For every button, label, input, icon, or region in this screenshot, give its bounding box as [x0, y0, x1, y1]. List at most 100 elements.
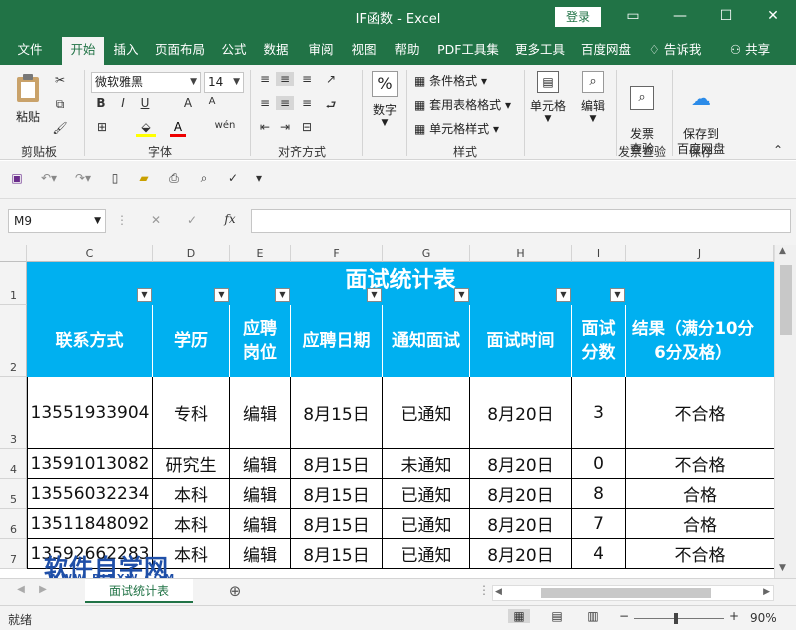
tab-help[interactable]: 帮助: [389, 37, 425, 65]
row-header[interactable]: 1: [0, 262, 27, 305]
row-header[interactable]: 7: [0, 539, 27, 569]
header-cell-education[interactable]: 学历: [153, 305, 230, 377]
scroll-up-icon[interactable]: ▲: [779, 246, 786, 256]
header-cell-score[interactable]: 面试 分数: [572, 305, 626, 377]
row-header[interactable]: 6: [0, 509, 27, 539]
conditional-format-button[interactable]: ▦ 条件格式 ▾: [414, 72, 487, 89]
tab-formulas[interactable]: 公式: [216, 37, 252, 65]
column-header-f[interactable]: F: [291, 245, 383, 262]
customize-toolbar-icon[interactable]: ▾: [252, 171, 266, 185]
header-cell-position[interactable]: 应聘 岗位: [230, 305, 291, 377]
cell-position[interactable]: 编辑: [230, 539, 291, 569]
format-painter-icon[interactable]: 🖌: [50, 121, 70, 135]
filter-dropdown-icon[interactable]: ▼: [214, 288, 229, 302]
paste-button[interactable]: 粘贴: [10, 73, 46, 128]
decrease-indent-icon[interactable]: ⇤: [256, 120, 274, 134]
cell-apply-date[interactable]: 8月15日: [291, 509, 383, 539]
underline-icon[interactable]: U: [138, 96, 152, 110]
cell-result[interactable]: 合格: [626, 479, 774, 509]
header-cell-interview-time[interactable]: 面试时间: [470, 305, 572, 377]
cut-icon[interactable]: ✂: [50, 73, 70, 87]
cell-styles-button[interactable]: ▦ 单元格样式 ▾: [414, 120, 499, 137]
cell-contact[interactable]: 13556032234: [27, 479, 153, 509]
cell-interview-time[interactable]: 8月20日: [470, 449, 572, 479]
cell-contact[interactable]: 13511848092: [27, 509, 153, 539]
cancel-icon[interactable]: ✕: [148, 213, 164, 227]
name-box[interactable]: M9 ▼: [8, 209, 106, 233]
undo-icon[interactable]: ↶▾: [36, 171, 62, 185]
cell-contact[interactable]: 13551933904: [27, 377, 153, 449]
zoom-out-icon[interactable]: −: [618, 609, 630, 623]
merge-center-icon[interactable]: ⊟: [298, 120, 316, 134]
cell-education[interactable]: 研究生: [153, 449, 230, 479]
number-format-button[interactable]: % 数字 ▼: [368, 71, 402, 128]
align-middle-icon[interactable]: ≡: [276, 72, 294, 86]
share-button[interactable]: ⚇ 共享: [724, 37, 776, 65]
font-size-select[interactable]: 14 ▼: [204, 72, 244, 93]
align-right-icon[interactable]: ≡: [298, 96, 316, 110]
cell-score[interactable]: 8: [572, 479, 626, 509]
column-header-h[interactable]: H: [470, 245, 572, 262]
cell-interview-time[interactable]: 8月20日: [470, 539, 572, 569]
print-icon[interactable]: ⎙: [164, 171, 184, 186]
tab-view[interactable]: 视图: [346, 37, 382, 65]
fill-color-icon[interactable]: ⬙: [136, 120, 156, 137]
cell-position[interactable]: 编辑: [230, 449, 291, 479]
cell-score[interactable]: 7: [572, 509, 626, 539]
phonetic-icon[interactable]: wén: [214, 120, 236, 131]
cell-result[interactable]: 不合格: [626, 377, 774, 449]
format-as-table-button[interactable]: ▦ 套用表格格式 ▾: [414, 96, 511, 113]
filter-dropdown-icon[interactable]: ▼: [610, 288, 625, 302]
enter-icon[interactable]: ✓: [184, 213, 200, 227]
horizontal-scroll-thumb[interactable]: [541, 588, 711, 598]
sheet-tab-interview[interactable]: 面试统计表: [85, 579, 193, 603]
align-left-icon[interactable]: ≡: [256, 96, 274, 110]
scroll-left-icon[interactable]: ◀: [495, 587, 502, 597]
scroll-thumb[interactable]: [780, 265, 792, 335]
bold-icon[interactable]: B: [94, 96, 108, 110]
column-header-c[interactable]: C: [27, 245, 153, 262]
filter-dropdown-icon[interactable]: ▼: [275, 288, 290, 302]
align-bottom-icon[interactable]: ≡: [298, 72, 316, 86]
align-center-icon[interactable]: ≡: [276, 96, 294, 110]
orientation-icon[interactable]: ↗: [322, 72, 340, 86]
prev-sheet-icon[interactable]: ◀: [14, 584, 28, 595]
cell-interview-time[interactable]: 8月20日: [470, 377, 572, 449]
increase-font-icon[interactable]: A: [180, 96, 196, 110]
cells-button[interactable]: ▤ 单元格 ▼: [528, 71, 568, 124]
cell-notice[interactable]: 已通知: [383, 479, 470, 509]
cell-interview-time[interactable]: 8月20日: [470, 509, 572, 539]
normal-view-icon[interactable]: ▦: [508, 609, 530, 623]
column-header-e[interactable]: E: [230, 245, 291, 262]
cell-notice[interactable]: 已通知: [383, 377, 470, 449]
cell-interview-time[interactable]: 8月20日: [470, 479, 572, 509]
cell-education[interactable]: 本科: [153, 479, 230, 509]
zoom-slider-thumb[interactable]: [674, 613, 678, 624]
redo-icon[interactable]: ↷▾: [70, 171, 96, 185]
cell-notice[interactable]: 已通知: [383, 509, 470, 539]
header-cell-result[interactable]: 结果（满分10分 6分及格）: [626, 305, 774, 377]
column-header-d[interactable]: D: [153, 245, 230, 262]
tell-me-search[interactable]: ♢ 告诉我: [644, 37, 706, 65]
vertical-scrollbar[interactable]: ▲ ▼: [774, 245, 796, 578]
header-cell-notice[interactable]: 通知面试: [383, 305, 470, 377]
column-header-g[interactable]: G: [383, 245, 470, 262]
italic-icon[interactable]: I: [116, 96, 130, 110]
decrease-font-icon[interactable]: A: [204, 96, 220, 107]
tab-review[interactable]: 审阅: [303, 37, 339, 65]
filter-dropdown-icon[interactable]: ▼: [556, 288, 571, 302]
cell-apply-date[interactable]: 8月15日: [291, 479, 383, 509]
filter-dropdown-icon[interactable]: ▼: [454, 288, 469, 302]
cell-notice[interactable]: 未通知: [383, 449, 470, 479]
cell-position[interactable]: 编辑: [230, 509, 291, 539]
header-cell-contact[interactable]: 联系方式: [27, 305, 153, 377]
tab-more-tools[interactable]: 更多工具: [510, 37, 570, 65]
cell-contact[interactable]: 13591013082: [27, 449, 153, 479]
align-top-icon[interactable]: ≡: [256, 72, 274, 86]
row-header[interactable]: 4: [0, 449, 27, 479]
next-sheet-icon[interactable]: ▶: [36, 584, 50, 595]
cell-education[interactable]: 专科: [153, 377, 230, 449]
zoom-level[interactable]: 90%: [750, 611, 777, 625]
cell-apply-date[interactable]: 8月15日: [291, 539, 383, 569]
border-icon[interactable]: ⊞: [94, 120, 110, 134]
